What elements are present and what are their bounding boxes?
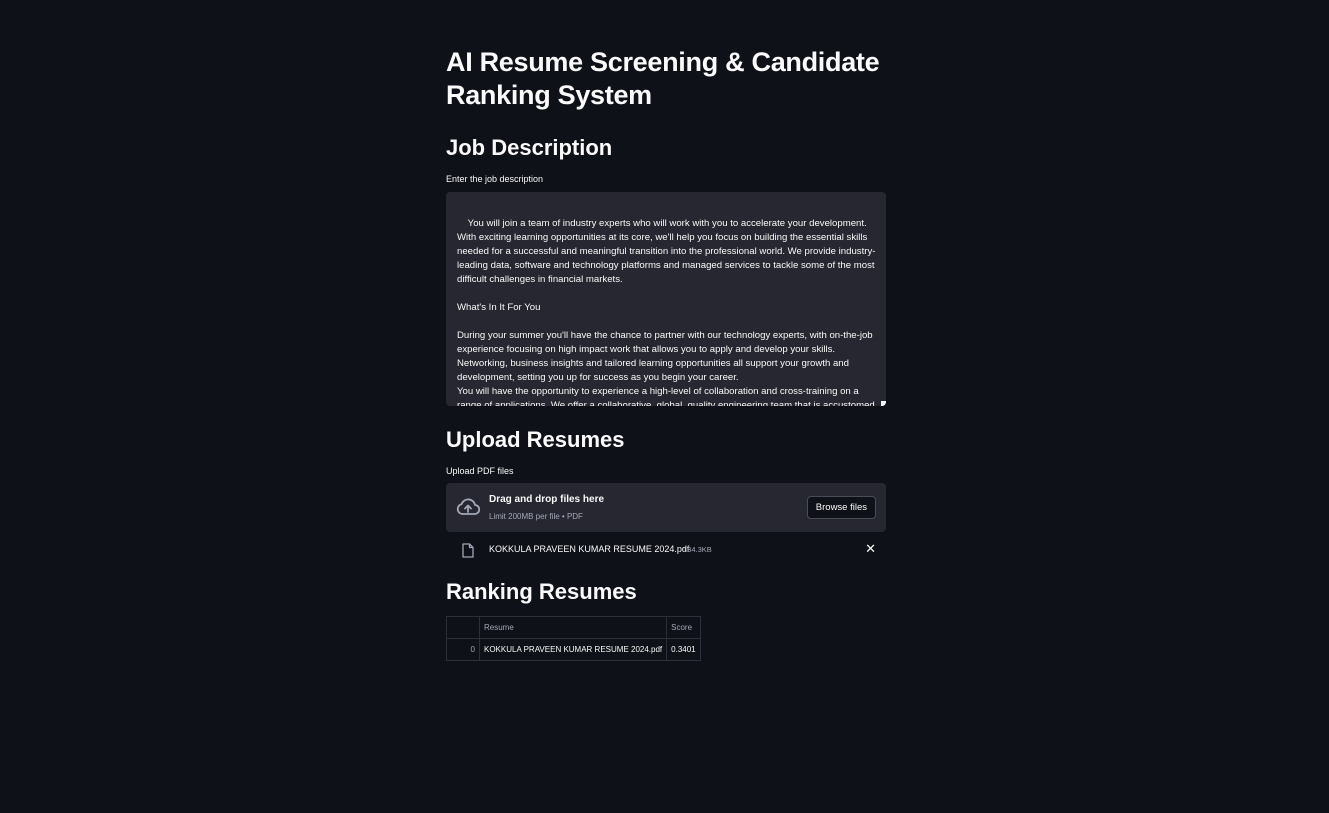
- upload-resumes-heading: Upload Resumes: [446, 427, 625, 452]
- main-container: AI Resume Screening & Candidate Ranking …: [446, 46, 886, 661]
- dropzone-limit: Limit 200MB per file • PDF: [489, 512, 583, 521]
- index-column-header[interactable]: [446, 616, 480, 639]
- uploaded-file-size: 134.3KB: [683, 545, 712, 554]
- table-header-row: Resume Score: [446, 616, 701, 639]
- job-description-heading: Job Description: [446, 135, 613, 160]
- uploaded-file-name: KOKKULA PRAVEEN KUMAR RESUME 2024.pdf: [489, 544, 690, 554]
- page-title: AI Resume Screening & Candidate Ranking …: [446, 47, 880, 110]
- upload-label: Upload PDF files: [446, 466, 514, 476]
- job-description-textarea[interactable]: You will join a team of industry experts…: [446, 192, 886, 406]
- job-description-text[interactable]: You will join a team of industry experts…: [457, 218, 877, 406]
- textarea-resize-handle[interactable]: [881, 401, 886, 406]
- dropzone-title: Drag and drop files here: [489, 494, 605, 505]
- resume-column-header[interactable]: Resume: [478, 616, 668, 639]
- row-index[interactable]: 0: [446, 638, 480, 661]
- job-description-label: Enter the job description: [446, 174, 544, 184]
- score-cell[interactable]: 0.3401: [666, 638, 701, 661]
- file-dropzone[interactable]: Drag and drop files here Limit 200MB per…: [446, 483, 886, 532]
- file-icon: [462, 543, 474, 558]
- ranking-resumes-heading: Ranking Resumes: [446, 579, 637, 604]
- resume-cell[interactable]: KOKKULA PRAVEEN KUMAR RESUME 2024.pdf: [478, 638, 668, 661]
- browse-files-button[interactable]: Browse files: [806, 496, 876, 519]
- uploaded-file-item: KOKKULA PRAVEEN KUMAR RESUME 2024.pdf 13…: [446, 532, 886, 568]
- score-column-header[interactable]: Score: [666, 616, 701, 639]
- close-icon[interactable]: ✕: [865, 542, 876, 556]
- cloud-upload-icon: [456, 498, 480, 515]
- ranking-table: Resume Score 0 KOKKULA PRAVEEN KUMAR RES…: [446, 616, 701, 661]
- table-row: 0 KOKKULA PRAVEEN KUMAR RESUME 2024.pdf …: [446, 638, 701, 661]
